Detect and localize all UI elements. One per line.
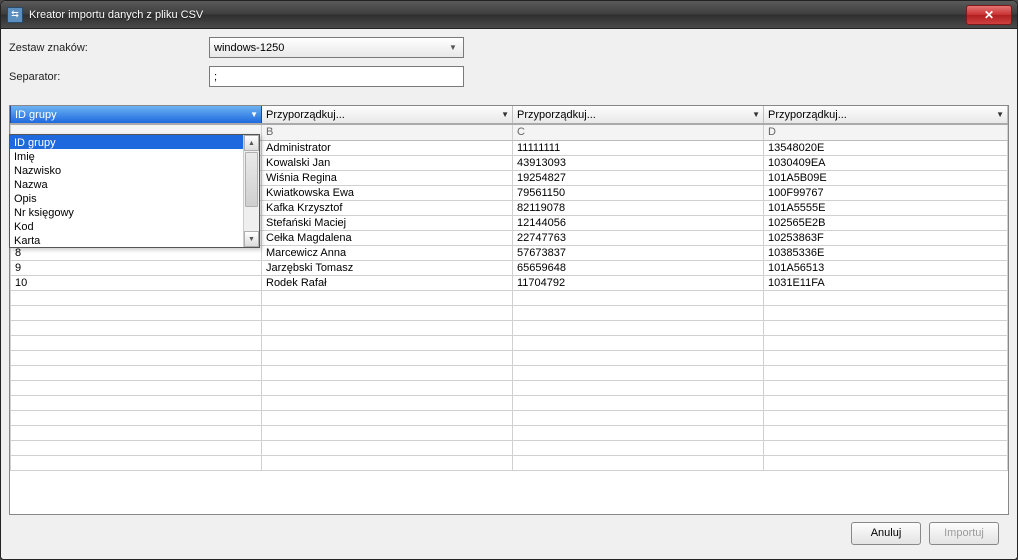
table-cell: 100F99767 [764, 185, 1008, 200]
table-row[interactable]: 10Rodek Rafał117047921031E11FA [11, 275, 1008, 290]
charset-label: Zestaw znaków: [9, 42, 209, 54]
table-cell: 9 [11, 260, 262, 275]
dropdown-item[interactable]: Nr księgowy [10, 205, 259, 219]
table-cell: 79561150 [513, 185, 764, 200]
table-cell: Marcewicz Anna [262, 245, 513, 260]
table-row [11, 410, 1008, 425]
chevron-down-icon: ▼ [445, 40, 461, 55]
table-cell: 1031E11FA [764, 275, 1008, 290]
table-cell: 10253863F [764, 230, 1008, 245]
scroll-up-button[interactable]: ▲ [244, 135, 259, 151]
table-row [11, 365, 1008, 380]
table-cell: Wiśnia Regina [262, 170, 513, 185]
dropdown-item[interactable]: Opis [10, 191, 259, 205]
table-cell: Cełka Magdalena [262, 230, 513, 245]
dropdown-item[interactable]: Nazwa [10, 177, 259, 191]
table-row [11, 350, 1008, 365]
table-cell: 101A5B09E [764, 170, 1008, 185]
table-cell: Kwiatkowska Ewa [262, 185, 513, 200]
window-title: Kreator importu danych z pliku CSV [29, 9, 966, 21]
table-row [11, 335, 1008, 350]
dropdown-item[interactable]: ID grupy [10, 135, 259, 149]
charset-row: Zestaw znaków: windows-1250 ▼ [9, 37, 1009, 58]
dropdown-item[interactable]: Kod [10, 219, 259, 233]
dropdown-item[interactable]: Imię [10, 149, 259, 163]
charset-value: windows-1250 [214, 42, 284, 54]
table-row [11, 305, 1008, 320]
table-cell: 43913093 [513, 155, 764, 170]
dropdown-item[interactable]: Nazwisko [10, 163, 259, 177]
cancel-button[interactable]: Anuluj [851, 522, 921, 545]
column-header-3[interactable]: Przyporządkuj... ▼ [513, 106, 764, 124]
table-cell: 10385336E [764, 245, 1008, 260]
column-letter-cell: B [262, 124, 513, 140]
import-button[interactable]: Importuj [929, 522, 999, 545]
charset-combo[interactable]: windows-1250 ▼ [209, 37, 464, 58]
column-header-4[interactable]: Przyporządkuj... ▼ [764, 106, 1008, 124]
table-cell: 10 [11, 275, 262, 290]
separator-label: Separator: [9, 71, 209, 83]
table-cell: Administrator [262, 140, 513, 155]
content-area: Zestaw znaków: windows-1250 ▼ Separator:… [1, 29, 1017, 559]
header-row: ID grupy ▼ Przyporządkuj... ▼ Przyporząd… [11, 106, 1008, 124]
table-row[interactable]: 9Jarzębski Tomasz65659648101A56513 [11, 260, 1008, 275]
table-cell: 22747763 [513, 230, 764, 245]
column-letter-cell: C [513, 124, 764, 140]
table-cell: 101A56513 [764, 260, 1008, 275]
table-cell: Kafka Krzysztof [262, 200, 513, 215]
close-button[interactable]: ✕ [966, 5, 1012, 25]
column-header-2[interactable]: Przyporządkuj... ▼ [262, 106, 513, 124]
table-row [11, 320, 1008, 335]
table-cell: 13548020E [764, 140, 1008, 155]
chevron-down-icon: ▼ [996, 110, 1004, 119]
app-icon: ⇆ [7, 7, 23, 23]
table-row [11, 380, 1008, 395]
table-cell: 57673837 [513, 245, 764, 260]
column-header-1[interactable]: ID grupy ▼ [11, 106, 262, 124]
close-icon: ✕ [984, 8, 994, 22]
separator-value: ; [214, 71, 217, 83]
dialog-window: ⇆ Kreator importu danych z pliku CSV ✕ Z… [0, 0, 1018, 560]
table-cell: 11704792 [513, 275, 764, 290]
column-letter-cell: D [764, 124, 1008, 140]
table-cell: 19254827 [513, 170, 764, 185]
chevron-down-icon: ▼ [752, 110, 760, 119]
table-cell: Rodek Rafał [262, 275, 513, 290]
scroll-thumb[interactable] [245, 152, 258, 207]
separator-input[interactable]: ; [209, 66, 464, 87]
table-cell: 65659648 [513, 260, 764, 275]
table-row [11, 290, 1008, 305]
titlebar[interactable]: ⇆ Kreator importu danych z pliku CSV ✕ [1, 1, 1017, 29]
dropdown-scrollbar[interactable]: ▲ ▼ [243, 135, 259, 247]
table-cell: 1030409EA [764, 155, 1008, 170]
table-cell: 102565E2B [764, 215, 1008, 230]
button-bar: Anuluj Importuj [9, 515, 1009, 551]
chevron-down-icon: ▼ [250, 110, 258, 119]
table-cell: Stefański Maciej [262, 215, 513, 230]
separator-row: Separator: ; [9, 66, 1009, 87]
table-cell: Kowalski Jan [262, 155, 513, 170]
table-row [11, 425, 1008, 440]
table-cell: 11111111 [513, 140, 764, 155]
table-row [11, 455, 1008, 470]
scroll-down-button[interactable]: ▼ [244, 231, 259, 247]
table-cell: 82119078 [513, 200, 764, 215]
table-cell: 12144056 [513, 215, 764, 230]
table-row [11, 440, 1008, 455]
table-cell: 101A5555E [764, 200, 1008, 215]
table-cell: Jarzębski Tomasz [262, 260, 513, 275]
chevron-down-icon: ▼ [501, 110, 509, 119]
table-row [11, 395, 1008, 410]
dropdown-item[interactable]: Karta [10, 233, 259, 247]
column-mapping-dropdown[interactable]: ID grupyImięNazwiskoNazwaOpisNr księgowy… [9, 134, 260, 248]
